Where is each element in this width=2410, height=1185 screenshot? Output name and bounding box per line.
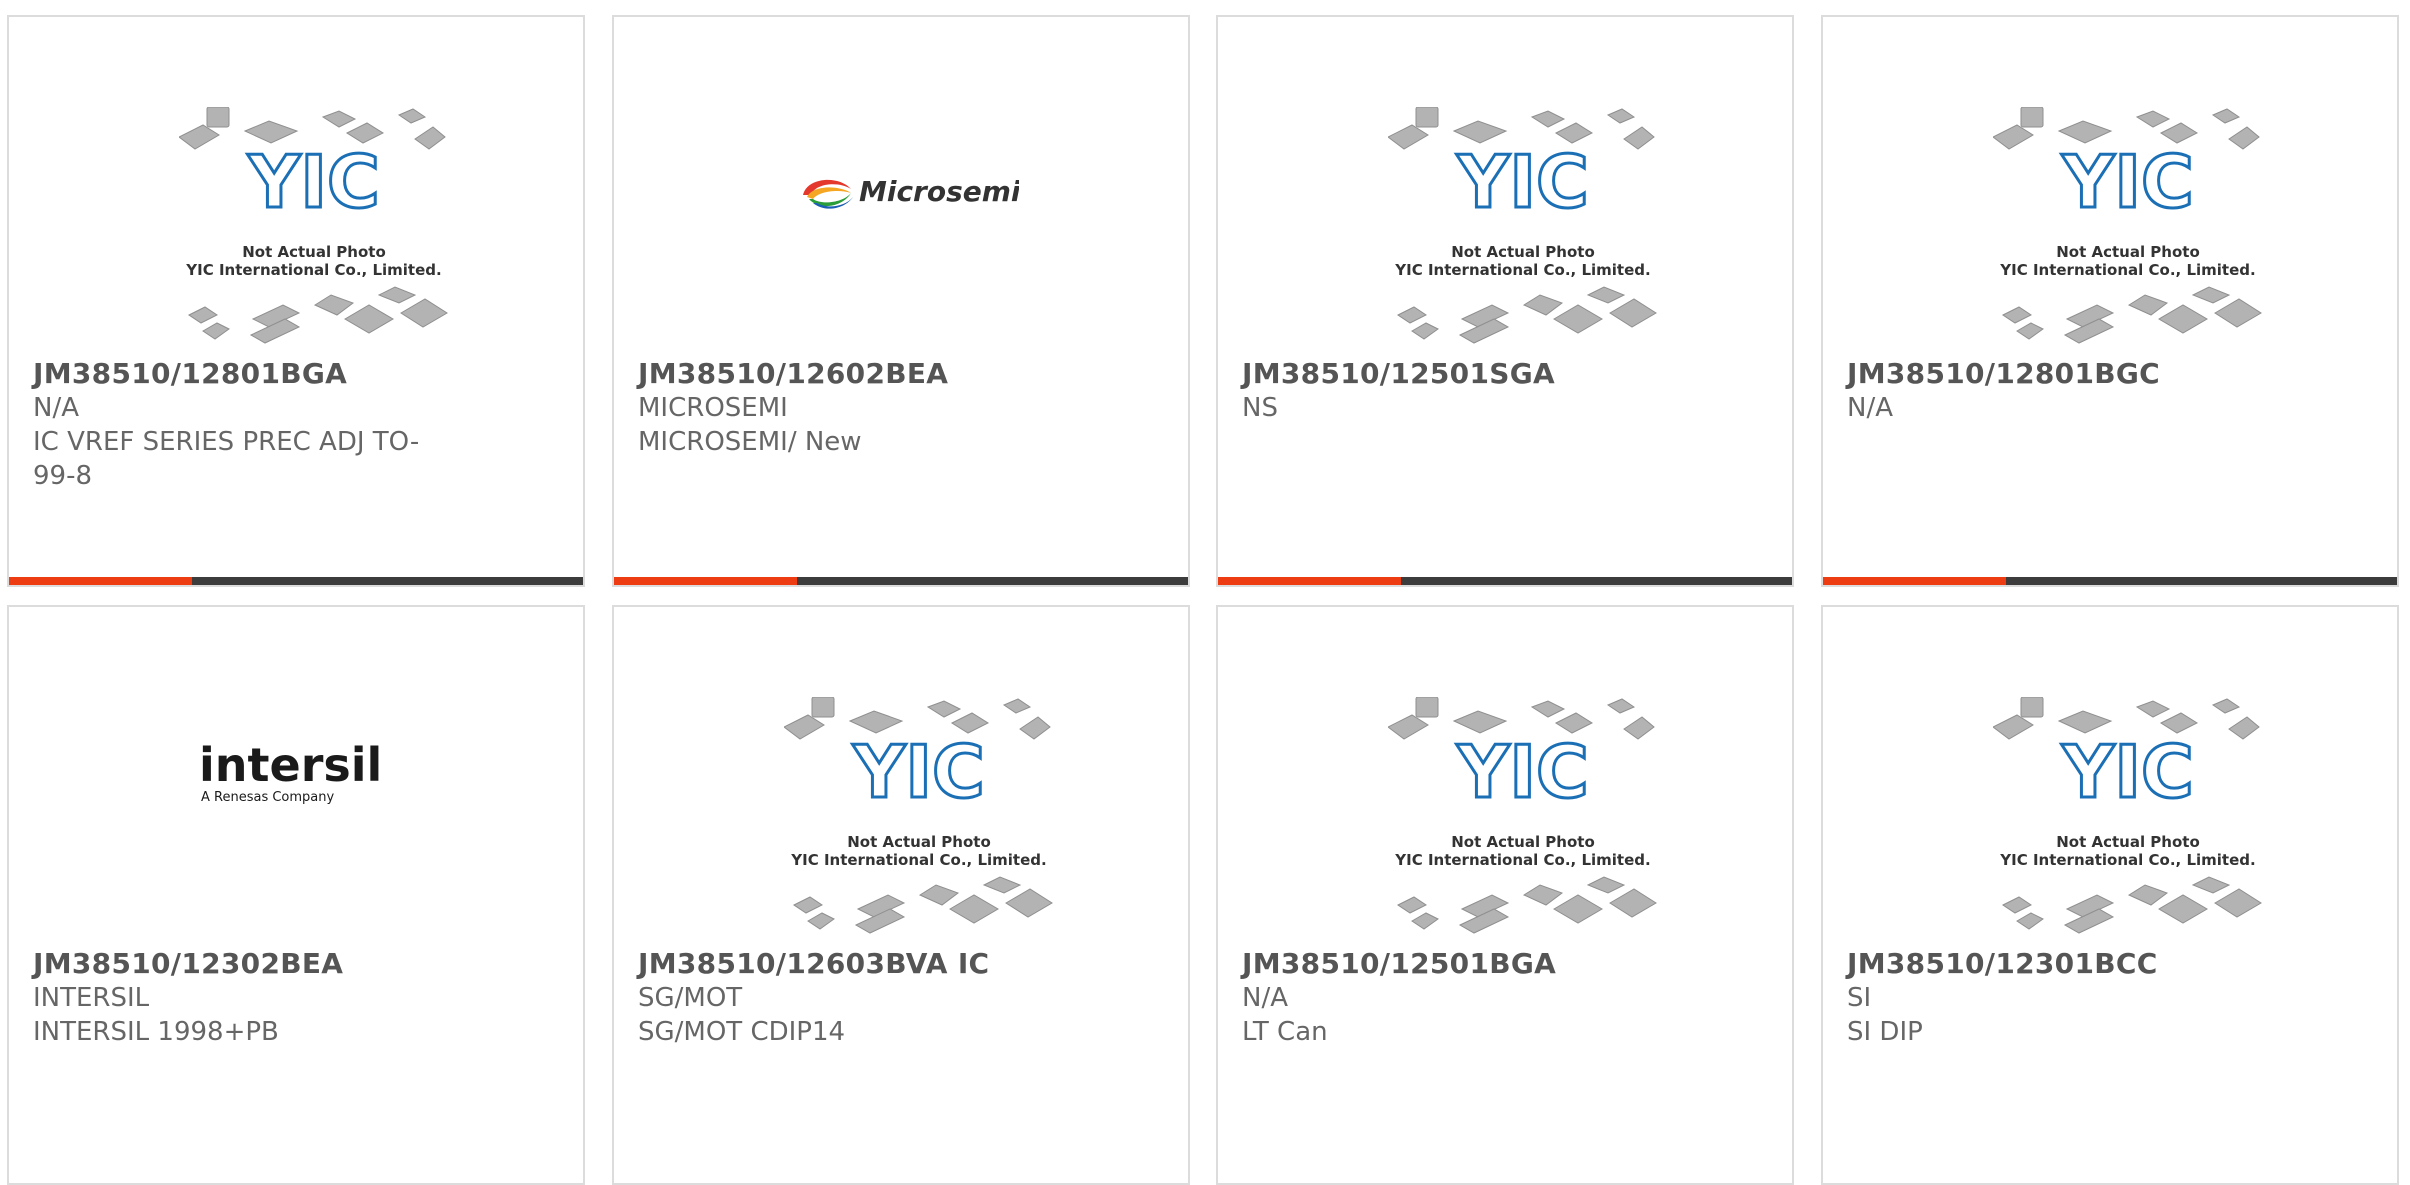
placeholder-line-2: YIC International Co., Limited. — [790, 851, 1046, 869]
yic-logo: YIC — [2061, 730, 2194, 814]
intersil-tagline: A Renesas Company — [201, 790, 335, 805]
product-info: JM38510/12302BEA INTERSIL INTERSIL 1998+… — [33, 947, 559, 1049]
product-info: JM38510/12603BVA IC SG/MOT SG/MOT CDIP14 — [638, 947, 1164, 1049]
microsemi-logo: Microsemi — [803, 175, 1019, 209]
placeholder-line-2: YIC International Co., Limited. — [1394, 261, 1650, 279]
yic-logo: YIC — [2061, 140, 2194, 224]
placeholder-line-2: YIC International Co., Limited. — [1999, 261, 2255, 279]
product-info: JM38510/12501BGA N/A LT Can — [1242, 947, 1768, 1049]
description: IC VREF SERIES PREC ADJ TO-99-8 — [33, 427, 420, 491]
product-card[interactable]: YIC Not Actual Photo YIC International C… — [612, 605, 1190, 1185]
placeholder-line-2: YIC International Co., Limited. — [1999, 851, 2255, 869]
manufacturer: MICROSEMI — [638, 393, 788, 423]
not-actual-photo-placeholder: YIC Not Actual Photo YIC International C… — [179, 107, 448, 344]
product-card[interactable]: YIC Not Actual Photo YIC International C… — [1821, 605, 2399, 1185]
card-footer-bar — [9, 577, 583, 585]
manufacturer: N/A — [33, 393, 79, 423]
product-info: JM38510/12501SGA NS — [1242, 357, 1768, 425]
card-footer-bar — [1218, 577, 1792, 585]
description: SI DIP — [1847, 1017, 1923, 1047]
part-number[interactable]: JM38510/12801BGC — [1847, 357, 2373, 391]
placeholder-line-1: Not Actual Photo — [2056, 243, 2200, 261]
product-info: JM38510/12602BEA MICROSEMI MICROSEMI/ Ne… — [638, 357, 1164, 459]
part-number[interactable]: JM38510/12302BEA — [33, 947, 559, 981]
product-info: JM38510/12801BGA N/A IC VREF SERIES PREC… — [33, 357, 559, 493]
product-image[interactable]: YIC Not Actual Photo YIC International C… — [614, 607, 1188, 937]
description: SG/MOT CDIP14 — [638, 1017, 846, 1047]
product-image[interactable]: YIC Not Actual Photo YIC International C… — [9, 17, 583, 347]
placeholder-line-2: YIC International Co., Limited. — [1394, 851, 1650, 869]
not-actual-photo-placeholder: YIC Not Actual Photo YIC International C… — [1388, 697, 1657, 934]
product-info: JM38510/12801BGC N/A — [1847, 357, 2373, 425]
not-actual-photo-placeholder: YIC Not Actual Photo YIC International C… — [784, 697, 1053, 934]
card-footer-accent — [1823, 577, 2006, 585]
placeholder-line-1: Not Actual Photo — [847, 833, 991, 851]
placeholder-line-2: YIC International Co., Limited. — [185, 261, 441, 279]
intersil-wordmark: intersil — [199, 738, 382, 792]
manufacturer: N/A — [1242, 983, 1288, 1013]
description: LT Can — [1242, 1017, 1328, 1047]
description: MICROSEMI/ New — [638, 427, 862, 457]
product-image[interactable]: YIC Not Actual Photo YIC International C… — [1823, 607, 2397, 937]
card-footer-accent — [9, 577, 192, 585]
part-number[interactable]: JM38510/12501SGA — [1242, 357, 1768, 391]
product-card[interactable]: Microsemi JM38510/12602BEA MICROSEMI MIC… — [612, 15, 1190, 587]
product-card[interactable]: YIC Not Actual Photo YIC International C… — [1216, 15, 1794, 587]
yic-logo: YIC — [247, 140, 380, 224]
part-number[interactable]: JM38510/12301BCC — [1847, 947, 2373, 981]
product-grid: YIC Not Actual Photo YIC International C… — [0, 0, 2410, 1185]
card-footer-accent — [1218, 577, 1401, 585]
placeholder-line-1: Not Actual Photo — [2056, 833, 2200, 851]
placeholder-line-1: Not Actual Photo — [242, 243, 386, 261]
manufacturer: SG/MOT — [638, 983, 743, 1013]
manufacturer: INTERSIL — [33, 983, 150, 1013]
yic-logo: YIC — [1456, 140, 1589, 224]
product-image[interactable]: YIC Not Actual Photo YIC International C… — [1218, 607, 1792, 937]
part-number[interactable]: JM38510/12603BVA IC — [638, 947, 1164, 981]
not-actual-photo-placeholder: YIC Not Actual Photo YIC International C… — [1993, 107, 2262, 344]
product-card[interactable]: YIC Not Actual Photo YIC International C… — [1821, 15, 2399, 587]
product-info: JM38510/12301BCC SI SI DIP — [1847, 947, 2373, 1049]
part-number[interactable]: JM38510/12501BGA — [1242, 947, 1768, 981]
not-actual-photo-placeholder: YIC Not Actual Photo YIC International C… — [1388, 107, 1657, 344]
manufacturer: SI — [1847, 983, 1872, 1013]
placeholder-line-1: Not Actual Photo — [1451, 833, 1595, 851]
product-card[interactable]: intersil A Renesas Company JM38510/12302… — [7, 605, 585, 1185]
placeholder-line-1: Not Actual Photo — [1451, 243, 1595, 261]
manufacturer: NS — [1242, 393, 1278, 423]
product-image[interactable]: YIC Not Actual Photo YIC International C… — [1823, 17, 2397, 347]
product-image[interactable]: Microsemi — [614, 17, 1188, 347]
part-number[interactable]: JM38510/12801BGA — [33, 357, 559, 391]
product-card[interactable]: YIC Not Actual Photo YIC International C… — [7, 15, 585, 587]
yic-logo: YIC — [1456, 730, 1589, 814]
microsemi-wordmark: Microsemi — [859, 175, 1019, 208]
card-footer-bar — [1823, 577, 2397, 585]
product-image[interactable]: intersil A Renesas Company — [9, 607, 583, 937]
card-footer-bar — [614, 577, 1188, 585]
part-number[interactable]: JM38510/12602BEA — [638, 357, 1164, 391]
product-card[interactable]: YIC Not Actual Photo YIC International C… — [1216, 605, 1794, 1185]
description: INTERSIL 1998+PB — [33, 1017, 279, 1047]
not-actual-photo-placeholder: YIC Not Actual Photo YIC International C… — [1993, 697, 2262, 934]
intersil-logo: intersil A Renesas Company — [199, 738, 382, 805]
product-image[interactable]: YIC Not Actual Photo YIC International C… — [1218, 17, 1792, 347]
card-footer-accent — [614, 577, 797, 585]
yic-logo: YIC — [852, 730, 985, 814]
manufacturer: N/A — [1847, 393, 1893, 423]
